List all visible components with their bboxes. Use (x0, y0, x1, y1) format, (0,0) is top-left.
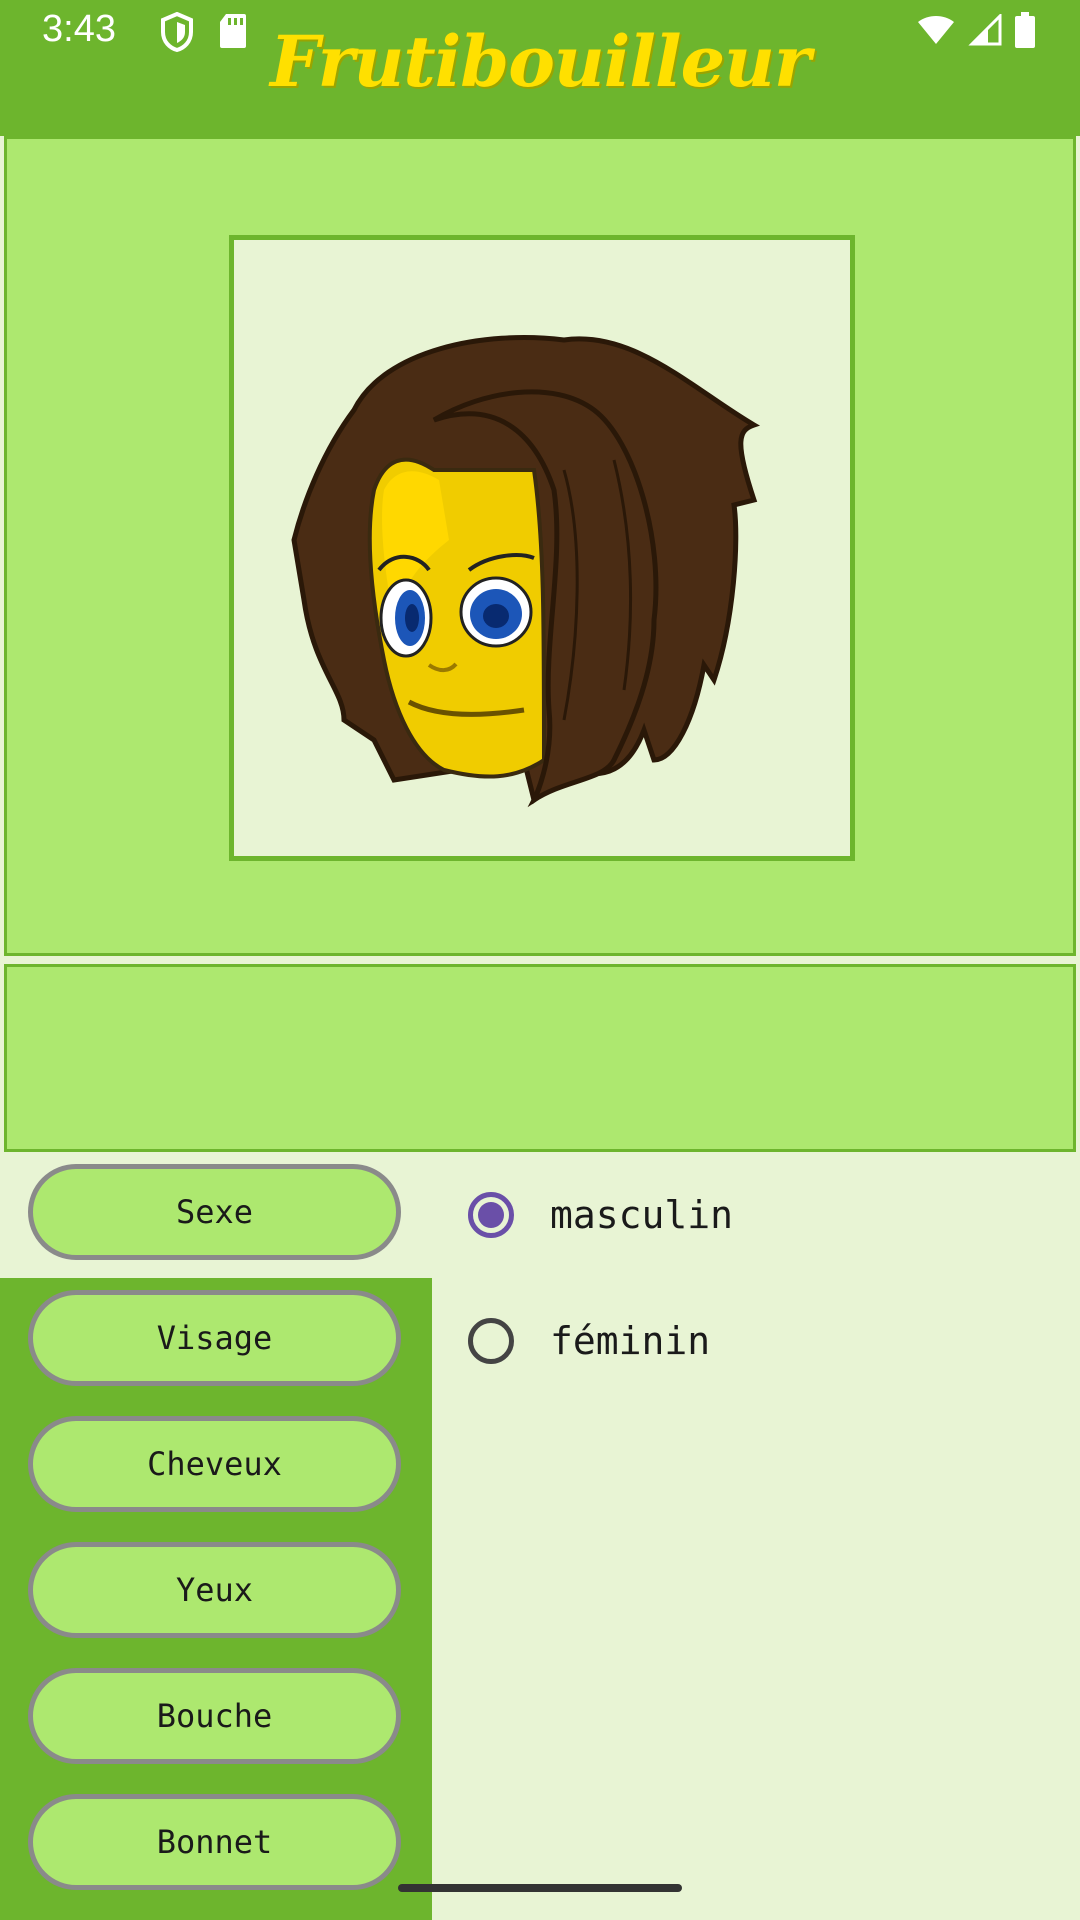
option-label: masculin (550, 1193, 734, 1237)
category-button-cheveux[interactable]: Cheveux (28, 1416, 401, 1512)
category-button-bonnet[interactable]: Bonnet (28, 1794, 401, 1890)
avatar-image (291, 335, 761, 808)
option-label: féminin (550, 1319, 711, 1363)
category-button-visage[interactable]: Visage (28, 1290, 401, 1386)
radio-button-unchecked[interactable] (468, 1318, 514, 1364)
app-header: 3:43 Frutibouilleur (0, 0, 1080, 136)
app-title: Frutibouilleur (270, 20, 811, 103)
avatar-frame (229, 235, 855, 861)
category-button-sexe[interactable]: Sexe (28, 1164, 401, 1260)
info-panel (4, 964, 1076, 1152)
option-feminin[interactable]: féminin (468, 1318, 710, 1364)
radio-button-checked[interactable] (468, 1192, 514, 1238)
category-button-yeux[interactable]: Yeux (28, 1542, 401, 1638)
option-masculin[interactable]: masculin (468, 1192, 733, 1238)
category-button-bouche[interactable]: Bouche (28, 1668, 401, 1764)
home-indicator[interactable] (398, 1884, 682, 1892)
